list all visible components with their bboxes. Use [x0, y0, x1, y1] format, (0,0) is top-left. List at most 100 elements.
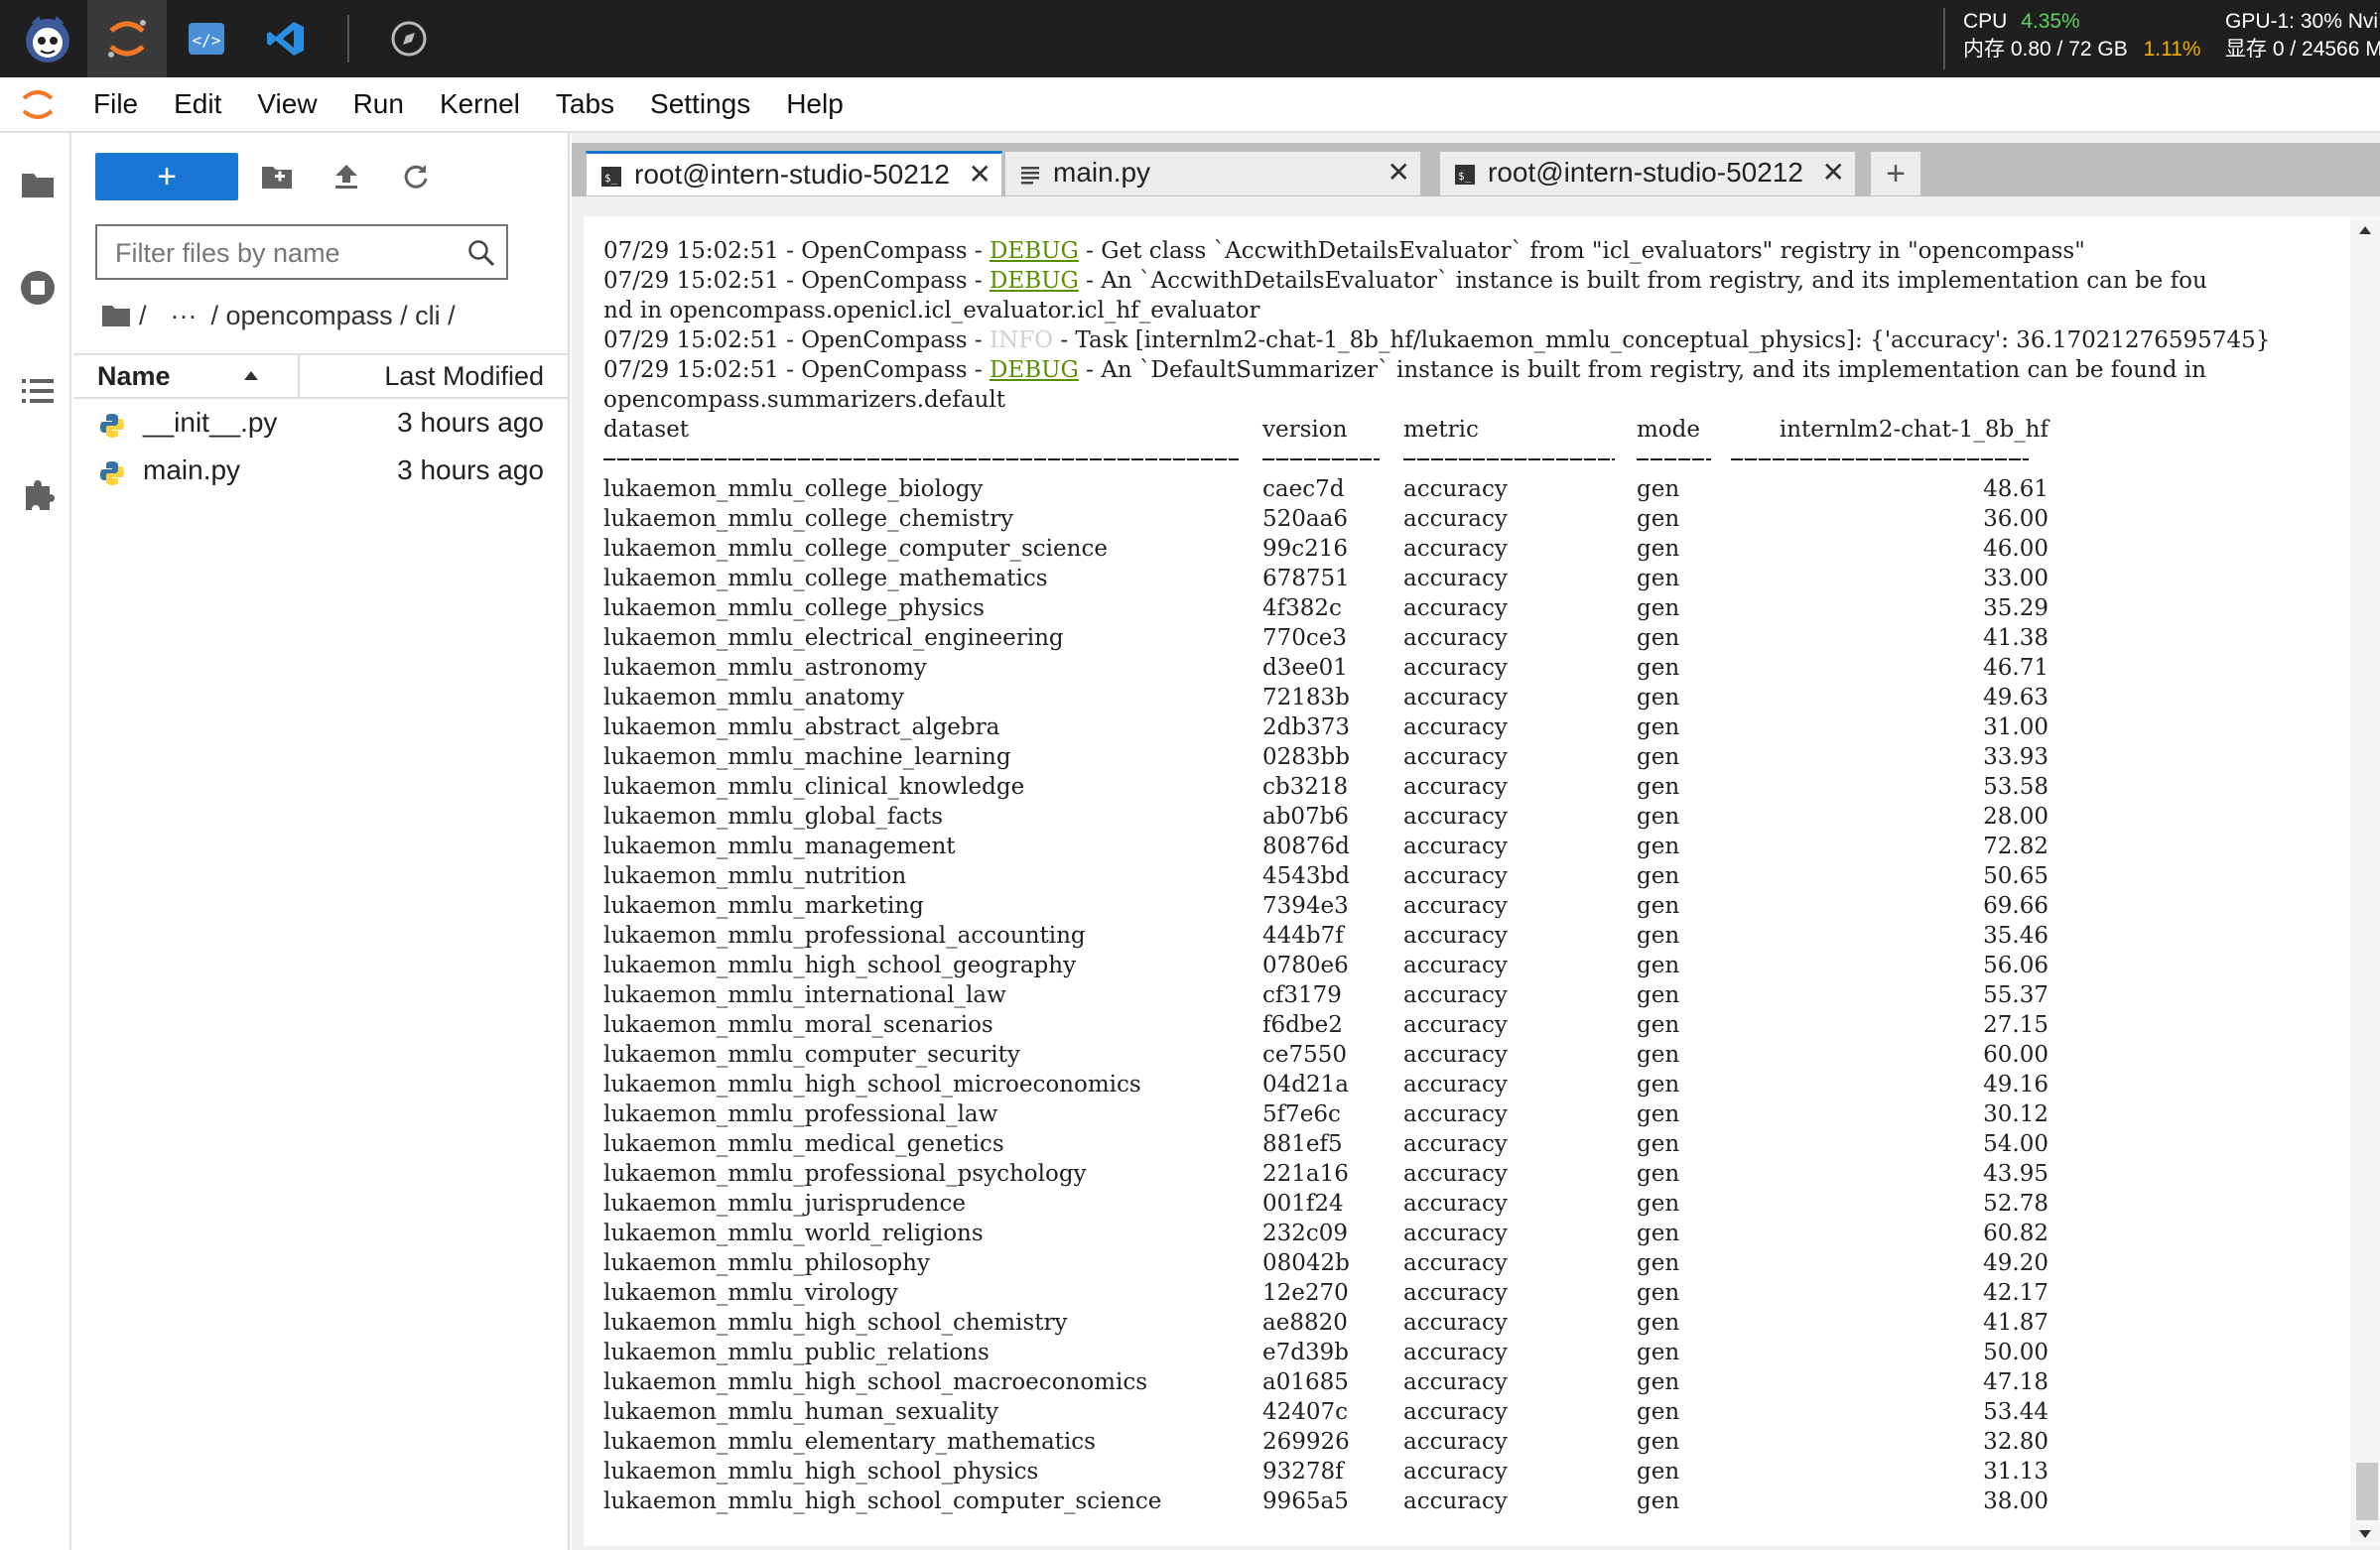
- menu-run[interactable]: Run: [335, 88, 422, 120]
- breadcrumb-path[interactable]: / opencompass / cli /: [211, 301, 456, 331]
- version-cell: 12e270: [1262, 1280, 1349, 1306]
- mode-cell: gen: [1637, 863, 1680, 889]
- terminal-output[interactable]: 07/29 15:02:51 - OpenCompass - DEBUG - G…: [584, 216, 2380, 1546]
- mode-cell: gen: [1637, 655, 1680, 681]
- puzzle-icon: [26, 480, 55, 510]
- log-line: 07/29 15:02:51 - OpenCompass - DEBUG - A…: [603, 266, 2330, 296]
- results-row: lukaemon_mmlu_high_school_geography 0780e…: [603, 951, 2330, 980]
- dataset-cell: lukaemon_mmlu_jurisprudence: [603, 1191, 966, 1217]
- menu-file[interactable]: File: [75, 88, 156, 120]
- column-divider[interactable]: [298, 355, 300, 399]
- log-line: 07/29 15:02:51 - OpenCompass - INFO - Ta…: [603, 325, 2330, 355]
- refresh-icon[interactable]: [385, 153, 447, 200]
- metric-cell: accuracy: [1403, 476, 1508, 502]
- close-icon[interactable]: ✕: [1822, 156, 1845, 189]
- version-cell: 42407c: [1262, 1399, 1349, 1425]
- file-row-main[interactable]: main.py 3 hours ago: [73, 449, 568, 496]
- results-row: lukaemon_mmlu_marketing 7394e3 accuracy gen…: [603, 891, 2330, 921]
- svg-text:$_: $_: [1458, 170, 1472, 183]
- results-row: lukaemon_mmlu_moral_scenarios f6dbe2 accur…: [603, 1010, 2330, 1040]
- extensions-tab[interactable]: [6, 443, 69, 546]
- mode-cell: gen: [1637, 1399, 1680, 1425]
- log-level: DEBUG: [989, 268, 1079, 294]
- log-prefix: nd in opencompass.openicl.icl_evaluator.…: [603, 298, 1260, 323]
- score-cell: 35.29: [1983, 595, 2049, 621]
- tab-terminal-1[interactable]: $_ root@intern-studio-50212 ✕: [586, 151, 1002, 196]
- new-launcher-button[interactable]: +: [95, 153, 238, 200]
- results-row: lukaemon_mmlu_college_mathematics 678751 a…: [603, 564, 2330, 593]
- file-row-init[interactable]: __init__.py 3 hours ago: [73, 401, 568, 449]
- dataset-cell: lukaemon_mmlu_professional_psychology: [603, 1161, 1087, 1187]
- results-row: lukaemon_mmlu_nutrition 4543bd accuracy gen…: [603, 861, 2330, 891]
- score-cell: 54.00: [1983, 1131, 2049, 1157]
- mode-cell: gen: [1637, 1488, 1680, 1514]
- dataset-cell: lukaemon_mmlu_moral_scenarios: [603, 1012, 993, 1038]
- jupyter-logo-icon: [0, 77, 75, 131]
- jupyter-launcher-icon[interactable]: [87, 0, 167, 77]
- dataset-cell: lukaemon_mmlu_philosophy: [603, 1250, 930, 1276]
- score-cell: 31.00: [1983, 714, 2049, 740]
- log-message: - Get class `AccwithDetailsEvaluator` fr…: [1078, 238, 2085, 264]
- results-row: lukaemon_mmlu_international_law cf3179 acc…: [603, 980, 2330, 1010]
- compass-icon[interactable]: [369, 0, 449, 77]
- tab-terminal-2[interactable]: $_ root@intern-studio-50212 ✕: [1439, 151, 1856, 196]
- score-cell: 43.95: [1983, 1161, 2049, 1187]
- menu-help[interactable]: Help: [768, 88, 861, 120]
- score-cell: 35.46: [1983, 923, 2049, 949]
- menu-tabs[interactable]: Tabs: [538, 88, 632, 120]
- file-browser-tab[interactable]: [6, 133, 69, 236]
- breadcrumb-ellipsis[interactable]: ···: [171, 301, 198, 331]
- scroll-down-icon[interactable]: [2357, 1528, 2373, 1540]
- results-row: lukaemon_mmlu_high_school_computer_scien…: [603, 1486, 2330, 1516]
- terminal-scrollbar[interactable]: [2350, 216, 2380, 1546]
- menu-kernel[interactable]: Kernel: [422, 88, 538, 120]
- version-cell: 5f7e6c: [1262, 1101, 1341, 1127]
- log-line: 07/29 15:02:51 - OpenCompass - DEBUG - A…: [603, 355, 2330, 385]
- folder-icon[interactable]: [101, 304, 131, 327]
- table-of-contents-tab[interactable]: [6, 339, 69, 443]
- memory-percent: 1.11%: [2143, 38, 2201, 61]
- mode-cell: gen: [1637, 1101, 1680, 1127]
- upload-icon[interactable]: [316, 153, 377, 200]
- code-editor-icon[interactable]: </>: [167, 0, 246, 77]
- results-row: lukaemon_mmlu_college_physics 4f382c accur…: [603, 593, 2330, 623]
- mascot-logo-icon[interactable]: [8, 0, 87, 77]
- running-sessions-tab[interactable]: [6, 236, 69, 339]
- vscode-icon[interactable]: [246, 0, 326, 77]
- scroll-up-icon[interactable]: [2357, 224, 2373, 236]
- column-modified-header[interactable]: Last Modified: [384, 361, 544, 392]
- metric-cell: accuracy: [1403, 595, 1508, 621]
- cpu-label: CPU: [1963, 10, 2008, 33]
- dataset-cell: lukaemon_mmlu_machine_learning: [603, 744, 1011, 770]
- stop-circle-icon: [21, 271, 55, 305]
- scrollbar-thumb[interactable]: [2356, 1463, 2378, 1520]
- mode-cell: gen: [1637, 804, 1680, 830]
- metric-cell: accuracy: [1403, 953, 1508, 978]
- version-cell: cb3218: [1262, 774, 1349, 800]
- dataset-cell: lukaemon_mmlu_management: [603, 834, 956, 859]
- close-icon[interactable]: ✕: [969, 158, 992, 191]
- close-icon[interactable]: ✕: [1388, 156, 1410, 189]
- column-name-header[interactable]: Name: [97, 361, 171, 392]
- file-filter-input[interactable]: [97, 226, 474, 280]
- dataset-cell: lukaemon_mmlu_college_mathematics: [603, 566, 1048, 591]
- menu-edit[interactable]: Edit: [156, 88, 239, 120]
- terminal-icon: $_: [1455, 165, 1475, 185]
- new-folder-icon[interactable]: [246, 153, 308, 200]
- tab-main-py[interactable]: main.py ✕: [1004, 151, 1421, 196]
- add-tab-button[interactable]: +: [1870, 151, 1921, 196]
- file-browser-toolbar: +: [95, 153, 447, 200]
- sort-ascending-icon[interactable]: [242, 369, 260, 383]
- metric-cell: accuracy: [1403, 655, 1508, 681]
- mode-cell: gen: [1637, 595, 1680, 621]
- results-row: lukaemon_mmlu_electrical_engineering 770c…: [603, 623, 2330, 653]
- version-cell: 0780e6: [1262, 953, 1349, 978]
- score-cell: 46.71: [1983, 655, 2049, 681]
- metric-cell: accuracy: [1403, 1131, 1508, 1157]
- menu-settings[interactable]: Settings: [632, 88, 768, 120]
- metric-cell: accuracy: [1403, 1310, 1508, 1336]
- menu-view[interactable]: View: [239, 88, 334, 120]
- dataset-cell: lukaemon_mmlu_professional_law: [603, 1101, 998, 1127]
- version-cell: 99c216: [1262, 536, 1349, 562]
- breadcrumb-root[interactable]: /: [139, 301, 147, 331]
